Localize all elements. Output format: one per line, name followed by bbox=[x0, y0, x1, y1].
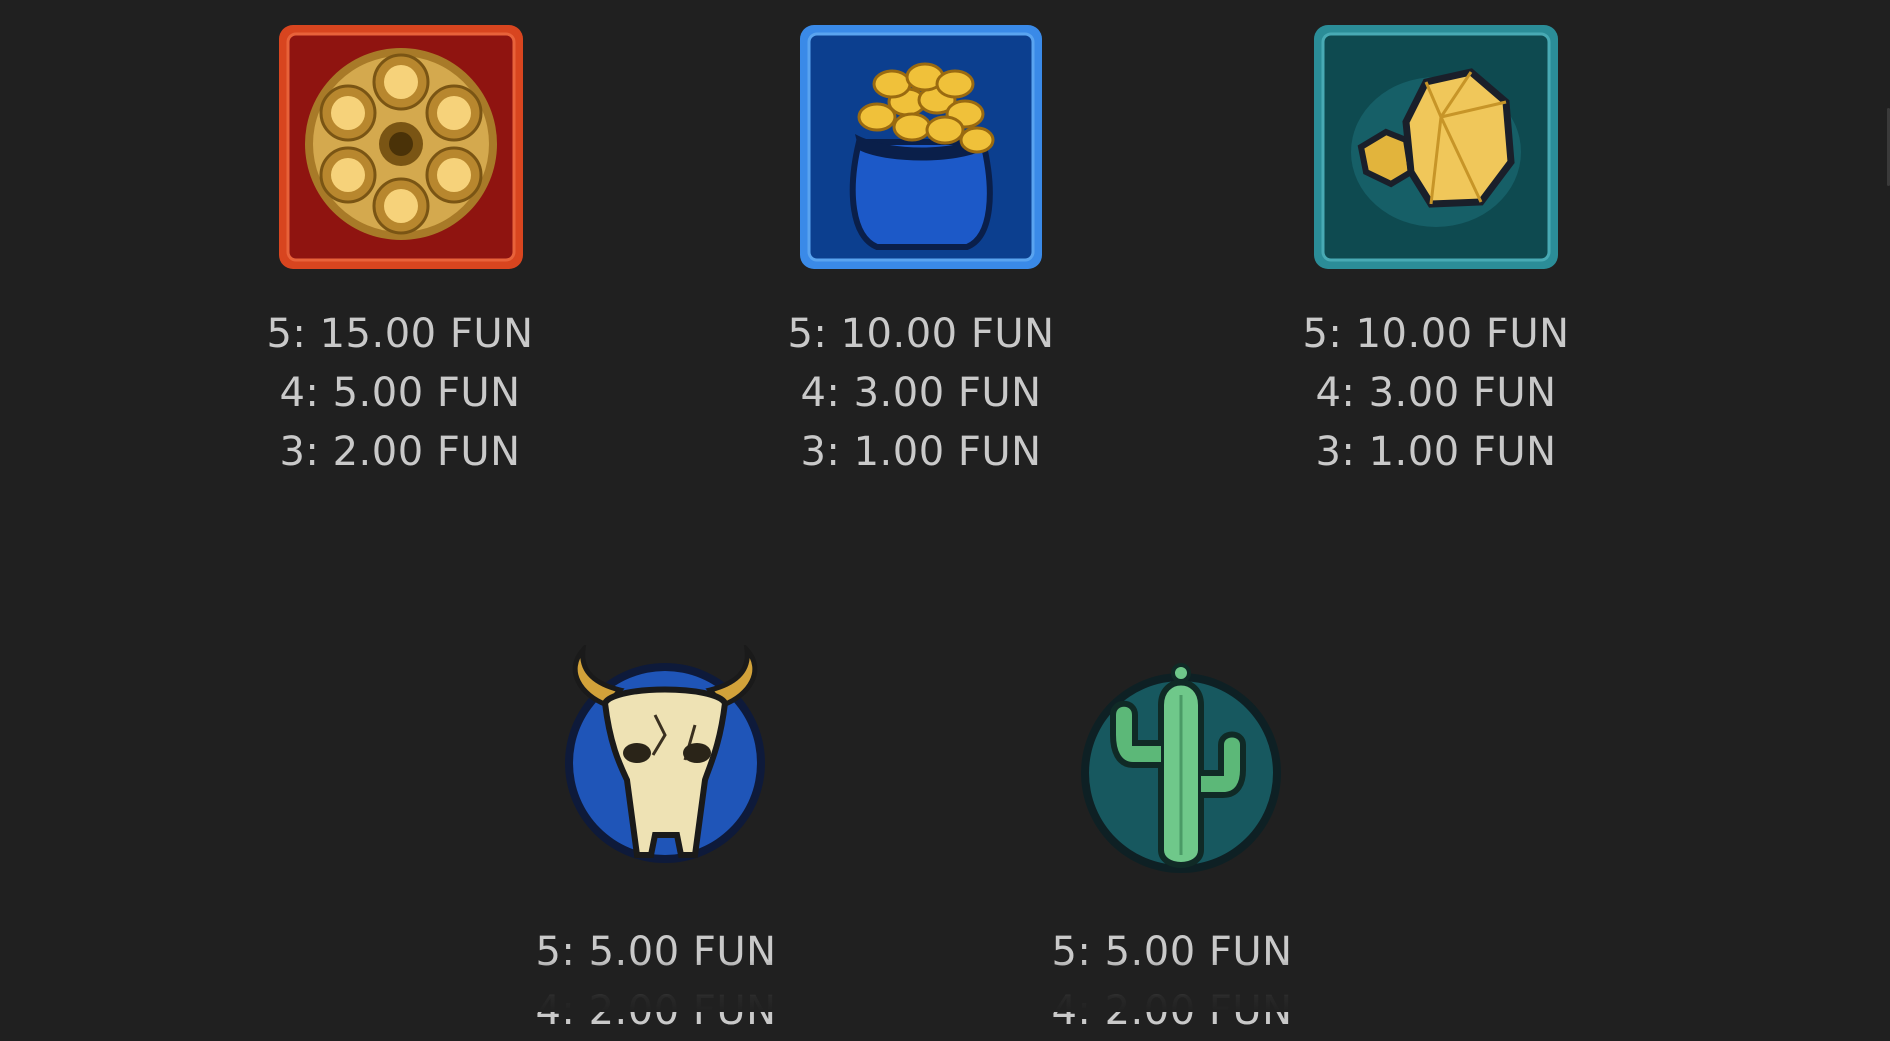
payout-list-gold-nugget: 5: 10.00 FUN 4: 3.00 FUN 3: 1.00 FUN bbox=[1286, 305, 1586, 482]
symbol-tile-bull-skull bbox=[545, 645, 785, 885]
payout-5-of-a-kind: 5: 5.00 FUN bbox=[1051, 929, 1293, 975]
revolver-cylinder-icon bbox=[279, 25, 523, 269]
payout-4-of-a-kind: 4: 3.00 FUN bbox=[1315, 370, 1557, 416]
payout-3-of-a-kind: 3: 1.00 FUN bbox=[800, 429, 1042, 475]
payout-list-revolver: 5: 15.00 FUN 4: 5.00 FUN 3: 2.00 FUN bbox=[250, 305, 550, 482]
scroll-fade-overlay bbox=[0, 960, 1890, 1012]
payout-3-of-a-kind: 3: 1.00 FUN bbox=[1315, 429, 1557, 475]
payout-list-cactus: 5: 5.00 FUN 4: 2.00 FUN bbox=[1022, 923, 1322, 1041]
symbol-tile-gold-nugget bbox=[1311, 22, 1561, 272]
payout-list-coin-bag: 5: 10.00 FUN 4: 3.00 FUN 3: 1.00 FUN bbox=[771, 305, 1071, 482]
symbol-tile-revolver bbox=[276, 22, 526, 272]
payout-5-of-a-kind: 5: 10.00 FUN bbox=[1302, 311, 1570, 357]
gold-nugget-icon bbox=[1314, 25, 1558, 269]
symbol-tile-cactus bbox=[1073, 645, 1293, 885]
payout-5-of-a-kind: 5: 10.00 FUN bbox=[787, 311, 1055, 357]
bull-skull-icon bbox=[565, 645, 765, 863]
payout-3-of-a-kind: 3: 2.00 FUN bbox=[279, 429, 521, 475]
symbol-tile-coin-bag bbox=[797, 22, 1045, 272]
payout-4-of-a-kind: 4: 3.00 FUN bbox=[800, 370, 1042, 416]
payout-5-of-a-kind: 5: 5.00 FUN bbox=[535, 929, 777, 975]
payout-4-of-a-kind: 4: 5.00 FUN bbox=[279, 370, 521, 416]
payout-5-of-a-kind: 5: 15.00 FUN bbox=[266, 311, 534, 357]
gold-coin-bag-icon bbox=[800, 25, 1042, 269]
cactus-icon bbox=[1081, 663, 1281, 873]
payout-list-bull-skull: 5: 5.00 FUN 4: 2.00 FUN bbox=[506, 923, 806, 1041]
